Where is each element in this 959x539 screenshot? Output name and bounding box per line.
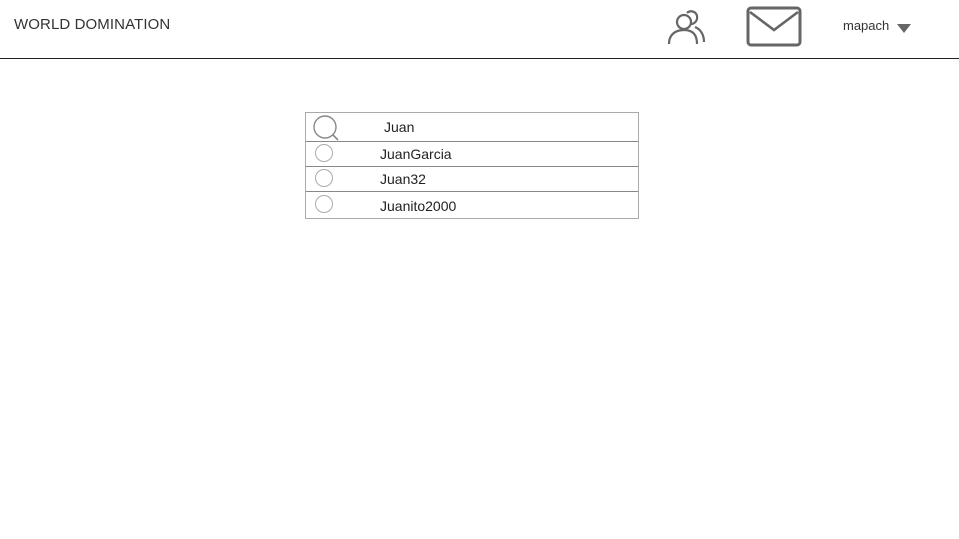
search-result-item[interactable]: Juan32 [306,167,638,192]
friends-button[interactable] [664,6,708,48]
search-result-item[interactable]: Juanito2000 [306,192,638,218]
search-input[interactable] [384,117,624,137]
result-radio[interactable] [315,169,333,187]
top-bar: WORLD DOMINATION mapach [0,0,959,59]
search-result-item[interactable]: JuanGarcia [306,142,638,167]
username-label: mapach [843,17,890,33]
search-row [306,113,638,142]
result-radio[interactable] [315,195,333,213]
result-label: JuanGarcia [380,146,452,162]
caret-down-icon [897,23,912,33]
result-radio[interactable] [315,144,333,162]
users-icon [667,10,706,45]
search-icon [313,115,339,141]
result-label: Juan32 [380,171,426,187]
messages-button[interactable] [746,6,802,48]
user-menu[interactable]: mapach [843,16,912,38]
result-label: Juanito2000 [380,198,457,214]
mail-icon [746,6,802,47]
user-search-box: JuanGarcia Juan32 Juanito2000 [305,112,639,219]
app-title: WORLD DOMINATION [14,16,171,33]
